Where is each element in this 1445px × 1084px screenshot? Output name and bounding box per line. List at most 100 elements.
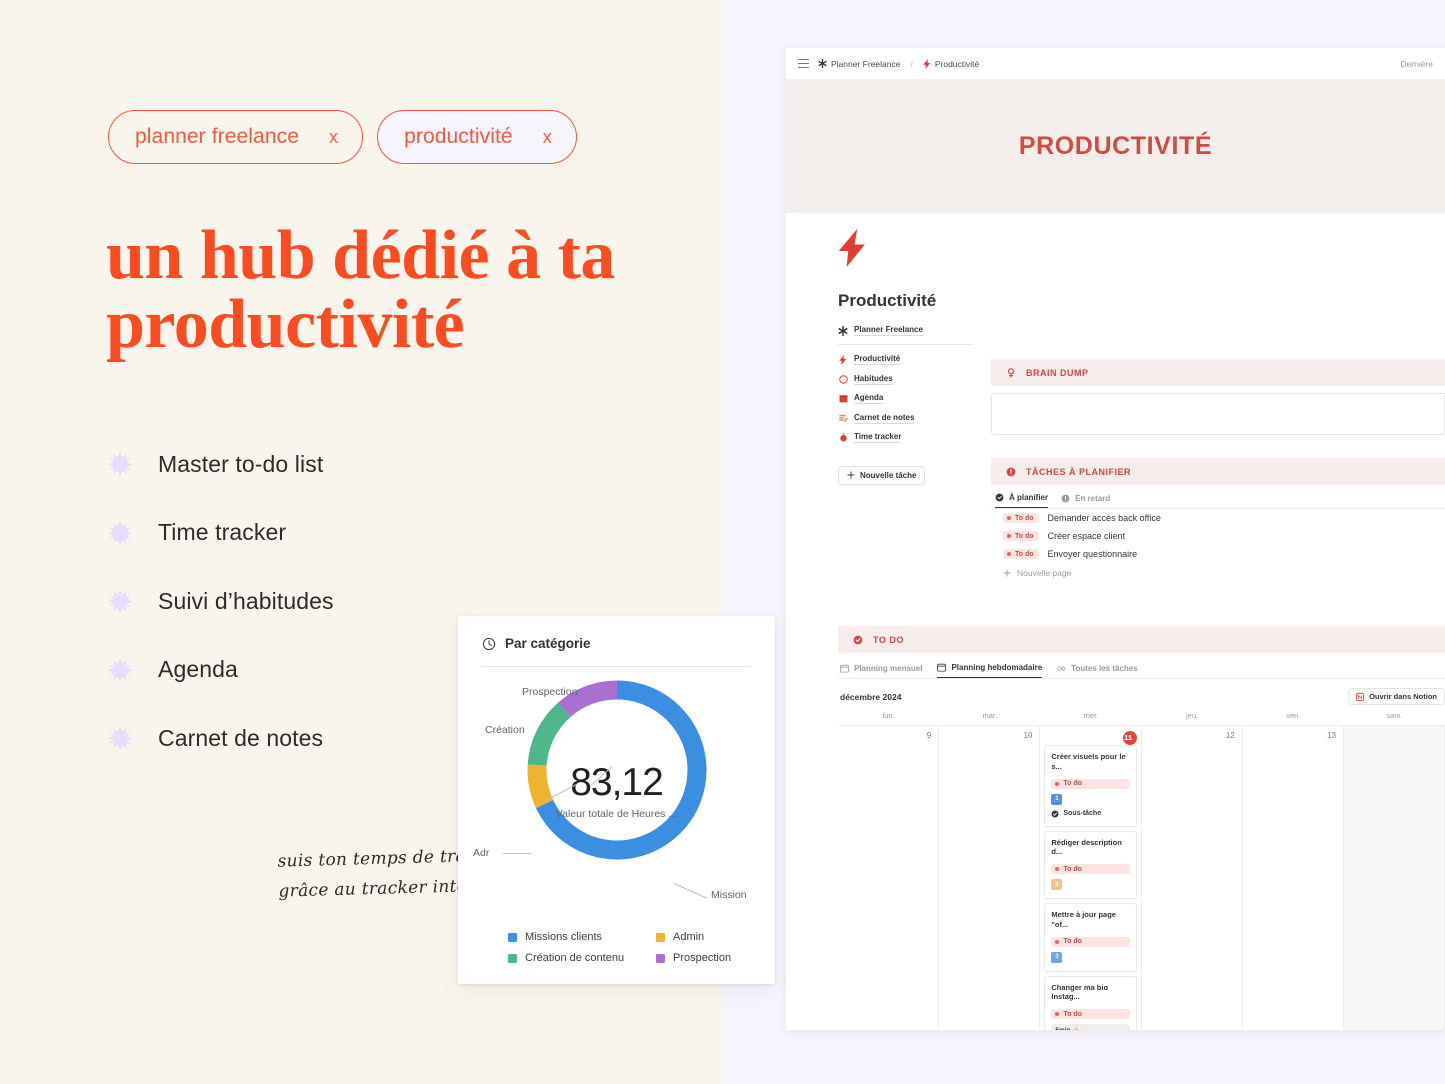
calendar-cell-13[interactable]: 13 xyxy=(1243,726,1344,1030)
status-label: To do xyxy=(1063,865,1082,873)
tab-planning-mensuel[interactable]: Planning mensuel xyxy=(840,664,922,678)
page-title: Productivité xyxy=(838,291,937,310)
table-row[interactable]: To do Demander accès back office xyxy=(991,509,1445,527)
calendar-cell-9[interactable]: 9 xyxy=(838,726,940,1030)
brain-dump-input[interactable] xyxy=(991,393,1445,435)
sparkle-icon xyxy=(108,657,132,682)
day-header: sam. xyxy=(1386,711,1403,720)
status-label: To do xyxy=(1015,532,1034,540)
day-number xyxy=(1348,731,1440,733)
legend-label: Création de contenu xyxy=(525,952,625,964)
count-badge: 1 xyxy=(1051,793,1063,805)
tab-label: Toutes les tâches xyxy=(1071,663,1138,673)
sidebar-item-productivite[interactable]: Productivité xyxy=(838,354,973,365)
tab-label: Planning hebdomadaire xyxy=(951,663,1043,672)
check-circle-icon xyxy=(852,634,863,645)
table-row[interactable]: To do Créer espace client xyxy=(991,527,1445,545)
page-headline: un hub dédié à ta productivité xyxy=(106,217,706,359)
divider xyxy=(838,344,973,345)
breadcrumb-item-productivite[interactable]: Productivité xyxy=(923,58,980,69)
clock-arrow-icon xyxy=(995,493,1004,502)
bolt-icon xyxy=(838,354,848,365)
sidebar-item-agenda[interactable]: Agenda xyxy=(838,393,973,404)
status-badge: To do xyxy=(1051,1009,1130,1019)
calendar-grid: 9 10 11 Créer visuels pour le s... To do xyxy=(838,725,1445,1030)
notion-app-window: Planner Freelance / Productivité Dernièr… xyxy=(786,48,1445,1030)
asterisk-icon xyxy=(818,59,827,68)
status-dot-icon xyxy=(1007,552,1011,556)
tag-pill-planner-freelance[interactable]: planner freelance x xyxy=(108,110,364,164)
task-name: Demander accès back office xyxy=(1047,513,1161,523)
day-number: 13 xyxy=(1327,731,1336,740)
status-dot-icon xyxy=(1055,781,1060,786)
status-badge: To do xyxy=(1051,778,1130,789)
calendar-event-card[interactable]: Changer ma bio Instag... To do 5min ⚡ xyxy=(1044,975,1137,1030)
todo-block: TO DO Planning mensuel Planning hebdomad… xyxy=(838,626,1445,1030)
legend-item-prospection: Prospection xyxy=(656,952,775,964)
category-chart-card: Par catégorie 83,12 Valeur totale de Heu… xyxy=(458,616,775,984)
calendar-event-card[interactable]: Créer visuels pour le s... To do 1 Sous-… xyxy=(1044,745,1137,827)
tab-planning-hebdomadaire[interactable]: Planning hebdomadaire xyxy=(937,663,1043,678)
close-icon[interactable]: x xyxy=(543,127,552,148)
event-title: Créer visuels pour le s... xyxy=(1051,752,1126,771)
day-number: 10 xyxy=(1023,731,1033,740)
tab-en-retard[interactable]: En retard xyxy=(1061,494,1110,508)
breadcrumb-label: Productivité xyxy=(934,58,980,69)
legend-item-creation-de-contenu: Création de contenu xyxy=(508,952,648,964)
status-badge: To do xyxy=(1051,864,1130,874)
calendar-cell-10[interactable]: 10 xyxy=(939,726,1041,1030)
sidebar-item-carnet-de-notes[interactable]: Carnet de notes xyxy=(838,413,973,424)
day-header: lun. xyxy=(882,711,895,720)
status-label: To do xyxy=(1063,1010,1082,1018)
day-header: mar. xyxy=(982,711,998,720)
sparkle-icon xyxy=(108,520,132,545)
legend-item-admin: Admin xyxy=(656,931,775,943)
tasks-callout-title: TÂCHES À PLANIFIER xyxy=(1026,466,1132,477)
close-icon[interactable]: x xyxy=(329,127,338,148)
stopwatch-icon xyxy=(838,433,848,443)
feature-label: Agenda xyxy=(158,656,238,683)
headline-line-1: un hub dédié à ta xyxy=(106,217,615,294)
day-header: jeu. xyxy=(1186,711,1199,720)
new-task-button[interactable]: Nouvelle tâche xyxy=(838,465,926,485)
bolt-icon[interactable] xyxy=(838,229,868,267)
sparkle-icon xyxy=(108,452,132,477)
hamburger-icon[interactable] xyxy=(798,59,809,68)
calendar-event-card[interactable]: Mettre à jour page "of... To do 3 xyxy=(1044,903,1137,972)
breadcrumb-item-planner-freelance[interactable]: Planner Freelance xyxy=(818,59,900,69)
feature-label: Carnet de notes xyxy=(158,724,324,751)
tasks-tab-bar: À planifier En retard xyxy=(991,485,1445,508)
status-dot-icon xyxy=(1055,939,1060,944)
sparkle-icon xyxy=(108,726,132,751)
calendar-cell-12[interactable]: 12 xyxy=(1142,726,1243,1030)
brain-dump-callout: BRAIN DUMP xyxy=(991,359,1445,386)
calendar-event-card[interactable]: Rédiger description d... To do 2 xyxy=(1044,830,1137,899)
page-sidebar: Planner Freelance Productivité Habitudes xyxy=(838,325,973,485)
tasks-to-plan-block: TÂCHES À PLANIFIER À planifier En retard xyxy=(991,458,1445,578)
table-row[interactable]: To do Envoyer questionnaire xyxy=(991,545,1445,563)
calendar-cell-saturday[interactable] xyxy=(1343,726,1445,1030)
alert-icon xyxy=(1061,494,1070,503)
leader-label-mission: Mission xyxy=(711,889,747,901)
tab-label: À planifier xyxy=(1009,493,1049,502)
sidebar-item-planner-freelance[interactable]: Planner Freelance xyxy=(838,325,973,336)
sidebar-item-habitudes[interactable]: Habitudes xyxy=(838,374,973,385)
clock-icon xyxy=(482,637,496,651)
status-badge: To do xyxy=(1051,936,1130,947)
calendar-icon xyxy=(838,394,848,404)
calendar-cell-11-today[interactable]: 11 Créer visuels pour le s... To do 1 So… xyxy=(1040,726,1142,1030)
sidebar-item-time-tracker[interactable]: Time tracker xyxy=(838,432,973,443)
feature-label: Suivi d’habitudes xyxy=(158,587,334,614)
bolt-icon xyxy=(923,58,931,69)
feature-item-master-to-do-list: Master to-do list xyxy=(108,430,538,499)
legend-label: Missions clients xyxy=(525,931,603,943)
status-badge: To do xyxy=(1003,531,1039,541)
tag-badge: 5min ⚡ xyxy=(1051,1024,1130,1030)
tag-pill-productivite[interactable]: productivité x xyxy=(377,110,577,164)
new-page-button[interactable]: Nouvelle page xyxy=(991,563,1445,578)
tab-toutes-les-taches[interactable]: Toutes les tâches xyxy=(1057,664,1138,678)
leader-label-adr: Adr xyxy=(473,847,490,859)
open-in-notion-button[interactable]: Ouvrir dans Notion xyxy=(1348,688,1445,705)
tab-a-planifier[interactable]: À planifier xyxy=(995,493,1049,508)
count-badge: 2 xyxy=(1051,879,1063,890)
